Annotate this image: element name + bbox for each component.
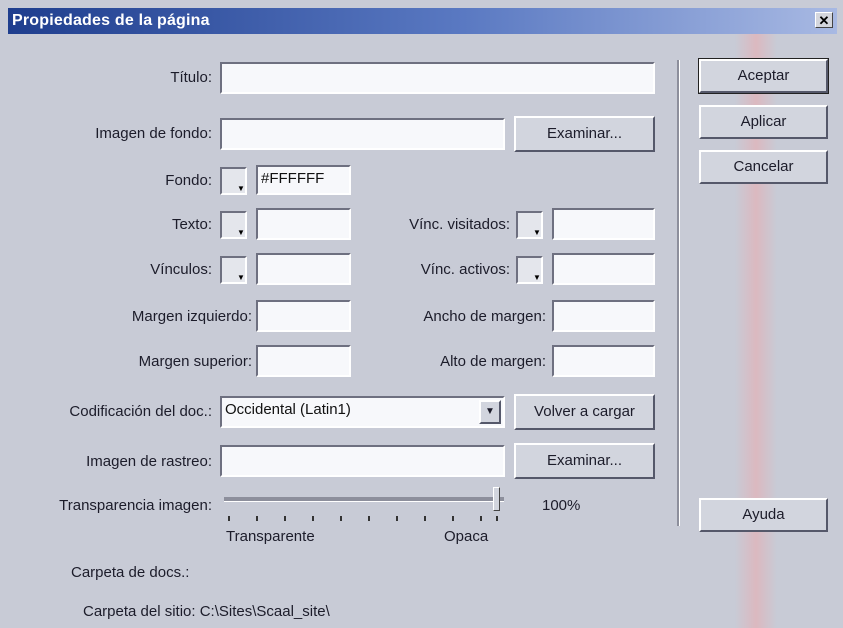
browse-tracing-button[interactable]: Examinar...	[514, 443, 655, 479]
window-title: Propiedades de la página	[12, 12, 210, 29]
slider-tick	[480, 516, 482, 521]
slider-tick	[284, 516, 286, 521]
active-links-input[interactable]	[552, 253, 655, 285]
chevron-down-icon: ▼	[237, 228, 245, 237]
transparency-slider-thumb[interactable]	[493, 487, 500, 511]
close-button[interactable]: ✕	[815, 12, 833, 28]
encoding-label: Codificación del doc.:	[69, 403, 212, 420]
tracing-image-label: Imagen de rastreo:	[86, 453, 212, 470]
encoding-dropdown-button[interactable]: ▼	[479, 400, 501, 424]
background-color-label: Fondo:	[165, 172, 212, 189]
active-links-swatch[interactable]: ▼	[516, 256, 543, 284]
visited-links-input[interactable]	[552, 208, 655, 240]
transparency-slider-track[interactable]	[224, 497, 504, 502]
opaque-label: Opaca	[444, 528, 489, 545]
slider-tick	[340, 516, 342, 521]
title-bar: Propiedades de la página ✕	[8, 8, 837, 34]
slider-tick	[228, 516, 230, 521]
site-folder-label: Carpeta del sitio: C:\Sites\Scaal_site\	[83, 603, 330, 620]
apply-button[interactable]: Aplicar	[699, 105, 828, 139]
visited-links-label: Vínc. visitados:	[409, 216, 510, 233]
image-transparency-label: Transparencia imagen:	[59, 497, 212, 514]
slider-tick	[368, 516, 370, 521]
chevron-down-icon: ▼	[237, 273, 245, 282]
margin-height-label: Alto de margen:	[440, 353, 546, 370]
chevron-down-icon: ▼	[533, 273, 541, 282]
transparency-value: 100%	[542, 497, 581, 514]
active-links-label: Vínc. activos:	[420, 261, 510, 278]
margin-width-input[interactable]	[552, 300, 655, 332]
background-color-input[interactable]: #FFFFFF	[256, 165, 351, 195]
browse-background-button[interactable]: Examinar...	[514, 116, 655, 152]
text-color-input[interactable]	[256, 208, 351, 240]
links-color-input[interactable]	[256, 253, 351, 285]
slider-tick	[424, 516, 426, 521]
slider-tick	[452, 516, 454, 521]
tracing-image-input[interactable]	[220, 445, 505, 477]
margin-height-input[interactable]	[552, 345, 655, 377]
slider-tick	[396, 516, 398, 521]
slider-tick	[256, 516, 258, 521]
encoding-select[interactable]: Occidental (Latin1)	[220, 396, 505, 428]
slider-tick	[312, 516, 314, 521]
text-color-swatch[interactable]: ▼	[220, 211, 247, 239]
title-label: Título:	[170, 69, 212, 86]
background-color-swatch[interactable]: ▼	[220, 167, 247, 195]
visited-links-swatch[interactable]: ▼	[516, 211, 543, 239]
top-margin-label: Margen superior:	[138, 353, 252, 370]
slider-tick	[496, 516, 498, 521]
margin-width-label: Ancho de margen:	[423, 308, 546, 325]
left-margin-input[interactable]	[256, 300, 351, 332]
top-margin-input[interactable]	[256, 345, 351, 377]
text-color-label: Texto:	[171, 216, 212, 233]
transparent-label: Transparente	[226, 528, 315, 545]
chevron-down-icon: ▼	[533, 228, 541, 237]
close-icon: ✕	[818, 13, 830, 28]
vertical-separator	[677, 60, 680, 526]
background-image-label: Imagen de fondo:	[95, 125, 212, 142]
docs-folder-label: Carpeta de docs.:	[71, 564, 190, 581]
reload-button[interactable]: Volver a cargar	[514, 394, 655, 430]
links-color-swatch[interactable]: ▼	[220, 256, 247, 284]
chevron-down-icon: ▼	[237, 184, 245, 193]
left-margin-label: Margen izquierdo:	[131, 308, 252, 325]
ok-button[interactable]: Aceptar	[698, 58, 829, 94]
help-button[interactable]: Ayuda	[699, 498, 828, 532]
cancel-button[interactable]: Cancelar	[699, 150, 828, 184]
background-image-input[interactable]	[220, 118, 505, 150]
title-input[interactable]	[220, 62, 655, 94]
chevron-down-icon: ▼	[485, 406, 495, 417]
links-label: Vínculos:	[150, 261, 212, 278]
